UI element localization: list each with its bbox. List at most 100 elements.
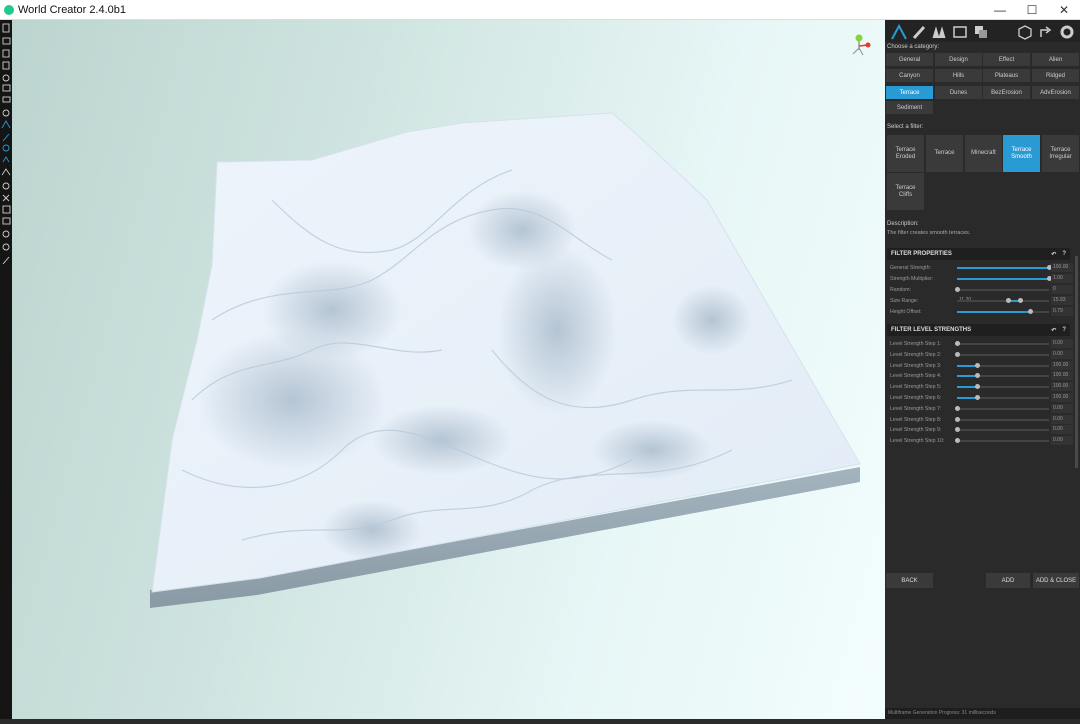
slider-track[interactable] [957,384,1049,390]
slider-value-field[interactable]: 100.00 [1051,382,1073,392]
back-button[interactable]: BACK [886,573,933,588]
slider-knob[interactable] [955,427,960,433]
slider-value-field[interactable]: 0.00 [1051,339,1073,348]
slider-track[interactable] [957,265,1052,270]
close-button[interactable]: ✕ [1048,0,1080,20]
category-button-alien[interactable]: Alien [1032,53,1079,66]
category-button-effect[interactable]: Effect [983,53,1030,66]
category-button-adverosion[interactable]: AdvErosion [1032,86,1079,99]
terrain-tab-icon[interactable] [891,24,907,40]
category-button-general[interactable]: General [886,53,933,66]
add-button[interactable]: ADD [986,573,1030,588]
filter-button-minecraft[interactable]: Minecraft [965,135,1002,172]
zoom-tool-icon [2,182,10,190]
slider-track[interactable] [955,405,1049,411]
slider-knob[interactable] [955,351,960,357]
slider-label: Level Strength Step 6: [890,395,942,401]
slider-row: Level Strength Step 7: 0.00 [887,403,1073,414]
filter-button-terrace-irregular[interactable]: Terrace Irregular [1042,135,1079,172]
map-tab-icon[interactable] [952,24,968,40]
panel-scrollbar[interactable] [1075,256,1078,468]
level-strengths-title: FILTER LEVEL STRENGTHS [891,327,972,333]
slider-knob[interactable] [975,362,981,368]
brush-tab-icon[interactable] [911,24,927,40]
category-button-ridged[interactable]: Ridged [1032,69,1079,82]
share-tab-icon[interactable] [1038,24,1054,40]
maximize-button[interactable]: ☐ [1016,0,1048,20]
filter-button-terrace-cliffs[interactable]: Terrace Cliffs [887,173,924,210]
star-tool-icon [2,243,10,251]
trees-tab-icon[interactable] [931,24,947,40]
slider-value-field[interactable]: 100.00 [1051,371,1073,381]
slider-value-field[interactable]: 15.93 [1051,296,1073,305]
slider-track[interactable] [955,427,1049,433]
filter-button-terrace[interactable]: Terrace [926,135,963,172]
add-close-button[interactable]: ADD & CLOSE [1033,573,1079,588]
category-button-sediment[interactable]: Sediment [886,101,933,114]
cube-tab-icon[interactable] [1017,24,1033,40]
slider-knob[interactable] [1017,298,1023,303]
slider-knob[interactable] [975,395,981,400]
help-icon[interactable]: ? [1062,327,1066,333]
filter-properties-title: FILTER PROPERTIES [891,251,952,257]
slider-knob[interactable] [1027,309,1033,314]
slider-knob[interactable] [1005,298,1011,303]
slider-knob[interactable] [975,373,981,379]
settings-gear-icon[interactable] [1059,24,1075,40]
slider-value-field[interactable]: 0.79 [1051,307,1073,316]
slider-value-field[interactable]: 0.00 [1051,349,1073,359]
slider-track[interactable] [955,351,1049,357]
category-label: Choose a category: [887,44,940,50]
slider-value-field[interactable]: 0.00 [1051,403,1073,413]
layers-tab-icon[interactable] [973,24,989,40]
viewport-3d[interactable] [12,20,885,719]
slider-knob[interactable] [955,287,960,292]
slider-value-field[interactable]: 1.00 [1051,274,1073,283]
window-title: World Creator 2.4.0b1 [18,3,127,16]
slider-value-field[interactable]: 100.00 [1051,393,1073,402]
slider-label: Level Strength Step 1: [890,341,942,347]
slider-knob[interactable] [955,438,960,444]
slider-track[interactable] [955,287,1049,292]
filter-button-terrace-eroded[interactable]: Terrace Eroded [887,135,924,172]
status-bar: Multiframe Generation Progress: 31 milli… [885,708,1080,719]
tree-tool-icon [2,144,10,152]
slider-value-field[interactable]: 0.00 [1051,414,1073,424]
reset-icon[interactable]: ↶ [1051,327,1056,334]
reset-icon[interactable]: ↶ [1051,251,1056,258]
slider-value-field[interactable]: 100.00 [1051,360,1073,370]
category-button-bezerosion[interactable]: BezErosion [983,86,1030,99]
slider-track[interactable] [957,309,1049,314]
filter-label-line1: Minecraft [971,150,996,156]
category-button-design[interactable]: Design [935,53,982,66]
slider-value-field[interactable]: 0 [1051,285,1073,294]
grass-tool-icon [2,156,10,163]
filter-label-line2: Irregular [1049,153,1072,160]
slider-value-field[interactable]: 0.00 [1051,436,1073,446]
category-button-plateaus[interactable]: Plateaus [983,69,1030,82]
orientation-gizmo-icon[interactable] [846,32,872,58]
slider-label: Level Strength Step 4: [890,373,942,380]
slider-value-field[interactable]: 100.00 [1051,263,1073,272]
slider-track[interactable] [955,341,1049,346]
slider-knob[interactable] [955,416,960,422]
slider-track[interactable] [955,416,1049,422]
category-button-hills[interactable]: Hills [935,69,982,82]
slider-knob[interactable] [955,405,960,411]
filter-button-terrace-smooth[interactable]: Terrace Smooth [1003,135,1040,172]
minimize-button[interactable]: — [984,0,1016,20]
category-button-dunes[interactable]: Dunes [935,86,982,99]
slider-track[interactable] [955,438,1049,444]
help-icon[interactable]: ? [1062,251,1066,257]
slider-track[interactable] [957,276,1052,281]
category-button-terrace[interactable]: Terrace [886,86,933,99]
category-button-canyon[interactable]: Canyon [886,69,933,82]
slider-value-field[interactable]: 0.00 [1051,425,1073,435]
slider-knob[interactable] [955,341,960,346]
slider-knob[interactable] [975,384,981,390]
slider-track[interactable] [957,298,1049,303]
slider-label: Level Strength Step 9: [890,427,942,434]
slider-track[interactable] [957,362,1049,368]
slider-track[interactable] [957,395,1049,400]
slider-track[interactable] [957,373,1049,379]
